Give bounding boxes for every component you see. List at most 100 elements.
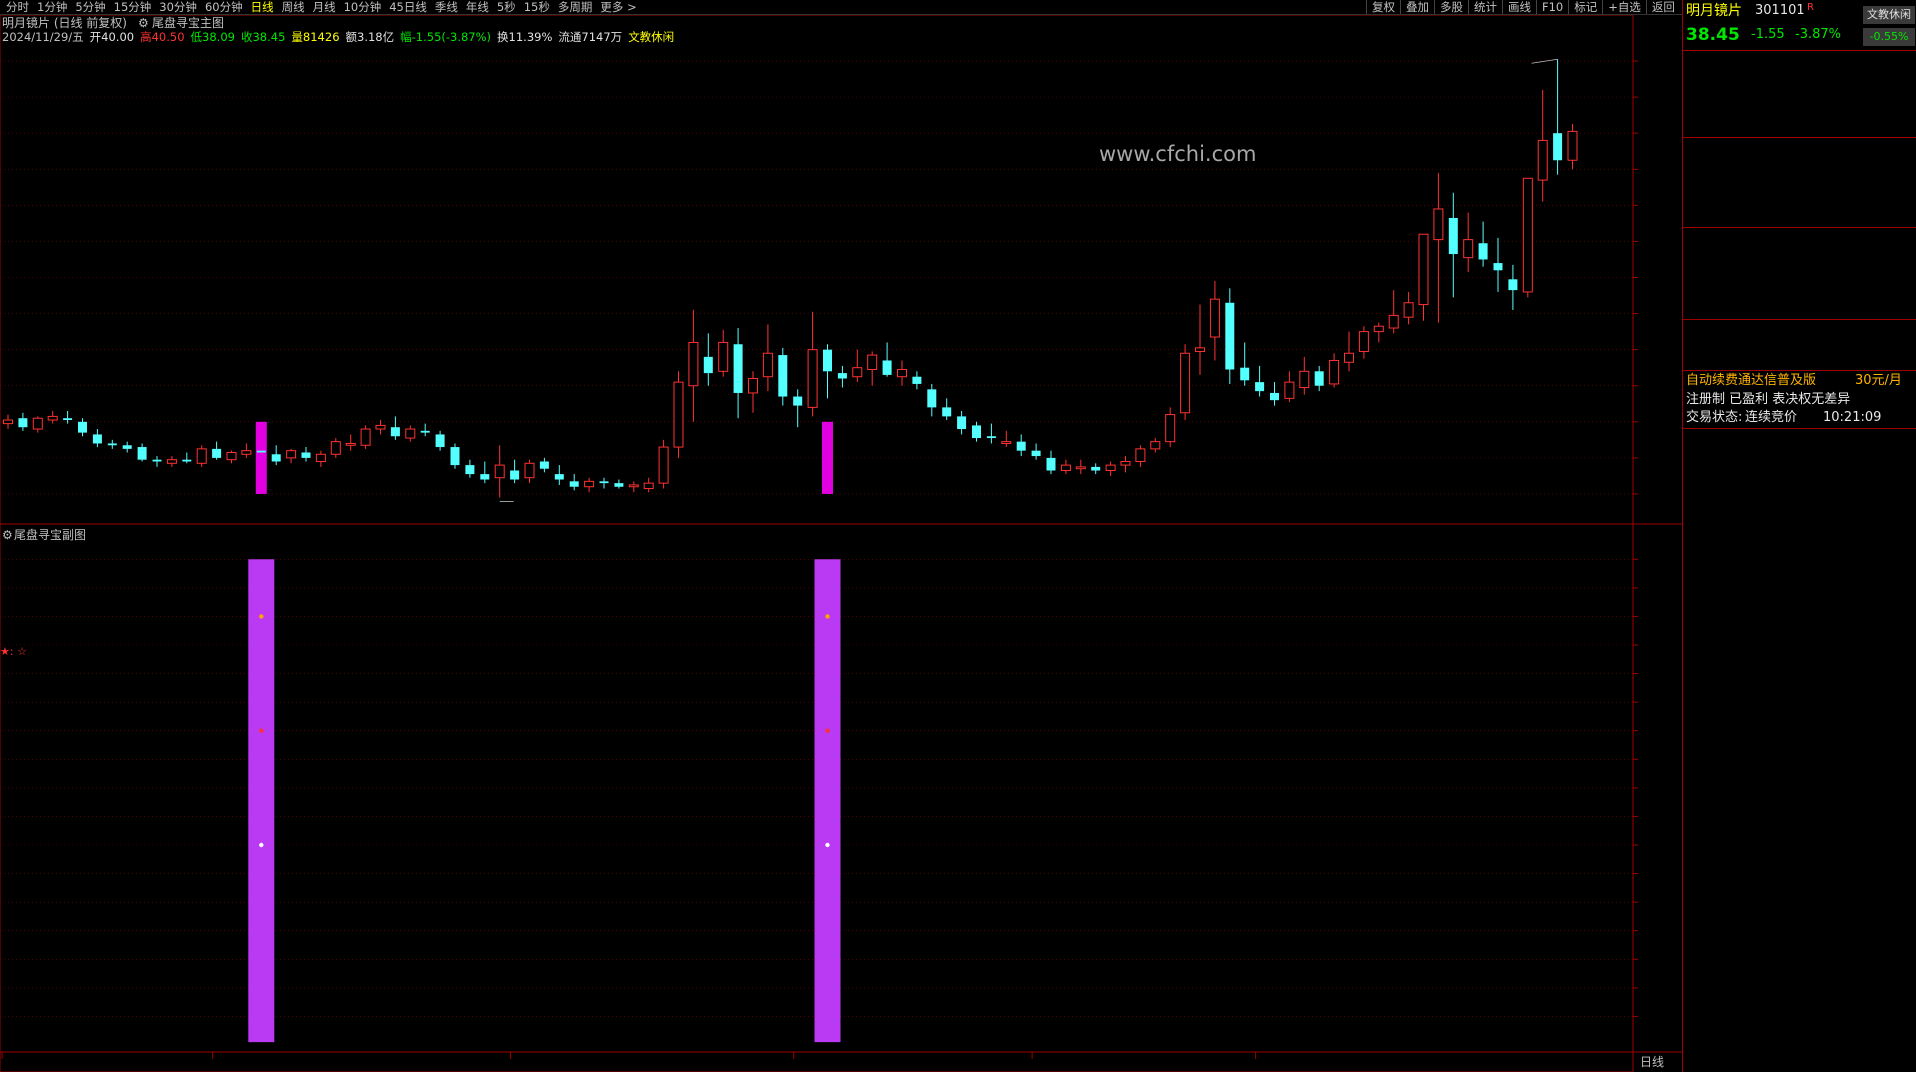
candle-body [1567, 130, 1578, 161]
candle-body [718, 341, 729, 372]
candle-body [912, 376, 922, 384]
sub-signal-bar [248, 559, 275, 1043]
main-indicator-gear-icon[interactable]: ⚙ [138, 16, 149, 30]
main-indicator-name[interactable]: 尾盘寻宝主图 [152, 15, 224, 30]
signal-candle-box [255, 421, 267, 494]
tick-row [1683, 665, 1916, 683]
candle-body [152, 459, 162, 462]
candle-body [1270, 392, 1279, 401]
ask-row[interactable] [1683, 52, 1916, 70]
candle-body [1314, 371, 1324, 386]
period-tab[interactable]: 5秒 [493, 0, 520, 14]
kline-chart[interactable]: 明月镜片 (日线 前复权) ⚙ 尾盘寻宝主图 2024/11/29/五 开40.0… [0, 15, 1682, 1072]
bid-row[interactable] [1683, 192, 1916, 210]
period-tab[interactable]: 日线 [247, 0, 278, 14]
candle-body [1225, 302, 1235, 370]
period-tab[interactable]: 15秒 [520, 0, 554, 14]
candle-body [212, 448, 222, 458]
candle-body [1075, 466, 1086, 470]
toolbar-button[interactable]: 标记 [1568, 0, 1602, 14]
toolbar-button[interactable]: 多股 [1434, 0, 1468, 14]
toolbar-button[interactable]: +自选 [1602, 0, 1646, 14]
sub-y-axis [1633, 558, 1638, 1017]
tick-row [1683, 467, 1916, 485]
stock-header: 明月镜片 301101 R 文教休闲 [1683, 2, 1916, 24]
signal-dot [825, 728, 830, 733]
candle-body [957, 416, 967, 430]
sub-signal-bar [814, 559, 841, 1043]
period-tab[interactable]: 月线 [309, 0, 340, 14]
period-tab[interactable]: 15分钟 [110, 0, 156, 14]
ask-row[interactable] [1683, 120, 1916, 138]
ask-row[interactable] [1683, 69, 1916, 87]
candle-body [927, 389, 937, 408]
notice-text: 注册制 已盈利 表决权无差异 [1686, 392, 1851, 407]
toolbar-button[interactable]: 复权 [1366, 0, 1400, 14]
signal-dot [825, 614, 830, 619]
tick-row [1683, 935, 1916, 953]
tick-row [1683, 773, 1916, 791]
candle-body [375, 424, 386, 430]
period-tab[interactable]: 5分钟 [71, 0, 109, 14]
bid-row[interactable] [1683, 158, 1916, 176]
promo-price[interactable]: 30元/月 [1855, 372, 1902, 390]
toolbar-button[interactable]: F10 [1536, 0, 1568, 14]
bid-row[interactable] [1683, 209, 1916, 227]
period-tab[interactable]: 10分钟 [340, 0, 386, 14]
candle-body [47, 415, 58, 421]
candle-body [137, 447, 147, 460]
period-tab[interactable]: 30分钟 [155, 0, 201, 14]
tick-row [1683, 503, 1916, 521]
candle-body [345, 442, 356, 446]
industry-badge[interactable]: 文教休闲 [1863, 6, 1915, 24]
tick-row [1683, 683, 1916, 701]
period-tab[interactable]: 年线 [462, 0, 493, 14]
sub-indicator-gear-icon[interactable]: ⚙ [2, 528, 13, 542]
last-price: 38.45 [1686, 25, 1740, 45]
sub-indicator-name[interactable]: 尾盘寻宝副图 [14, 527, 86, 542]
period-tab[interactable]: 更多 > [596, 0, 640, 14]
candle-body [778, 355, 788, 397]
promo-text[interactable]: 自动续费通达信普及版 [1686, 372, 1816, 390]
candle-body [78, 421, 87, 433]
period-tab[interactable]: 周线 [278, 0, 309, 14]
period-tab[interactable]: 45日线 [385, 0, 431, 14]
period-tab[interactable]: 季线 [431, 0, 462, 14]
candle-body [852, 367, 863, 378]
tick-row [1683, 593, 1916, 611]
stat-row [1683, 302, 1916, 320]
candle-body [465, 465, 475, 475]
bid-row[interactable] [1683, 141, 1916, 159]
tick-row [1683, 557, 1916, 575]
trade-time: 10:21:09 [1823, 410, 1882, 425]
ohlc-float-text: 流通7147万 [558, 30, 622, 44]
ask-row[interactable] [1683, 86, 1916, 104]
promo-line[interactable]: 自动续费通达信普及版 30元/月 [1683, 372, 1916, 390]
candle-body [1240, 367, 1250, 381]
period-tab[interactable]: 分时 [2, 0, 33, 14]
signal-dot [259, 842, 264, 848]
ask-row[interactable] [1683, 103, 1916, 121]
bid-row[interactable] [1683, 175, 1916, 193]
candle-body [122, 445, 132, 449]
stock-code: 301101 [1755, 3, 1805, 18]
toolbar-button[interactable]: 返回 [1645, 0, 1680, 14]
period-tab[interactable]: 1分钟 [33, 0, 71, 14]
toolbar-button[interactable]: 叠加 [1400, 0, 1434, 14]
stat-row [1683, 230, 1916, 248]
tick-row [1683, 449, 1916, 467]
sub-signal-bars [248, 559, 841, 1043]
candle-body [420, 430, 430, 433]
price-change: -1.55 [1751, 27, 1785, 42]
candle-body [1478, 243, 1488, 260]
stat-row [1683, 248, 1916, 266]
period-tab[interactable]: 60分钟 [201, 0, 247, 14]
chart-title: 明月镜片 (日线 前复权) [2, 15, 127, 30]
tick-row [1683, 539, 1916, 557]
period-tab[interactable]: 多周期 [554, 0, 597, 14]
toolbar-button[interactable]: 统计 [1468, 0, 1502, 14]
main-y-axis [1633, 60, 1638, 495]
toolbar-button[interactable]: 画线 [1502, 0, 1536, 14]
candle-body [1150, 441, 1161, 450]
period-label[interactable]: 日线 [1640, 1055, 1664, 1069]
